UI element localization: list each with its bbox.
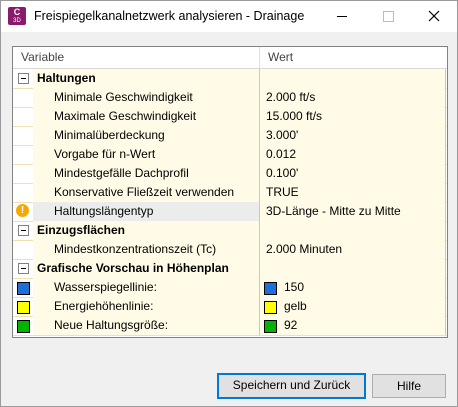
- property-value[interactable]: 3.000': [260, 126, 445, 145]
- app-icon-sub: 3D: [13, 18, 21, 24]
- row-divider: [13, 335, 447, 336]
- grid-divider: [445, 278, 446, 298]
- property-value[interactable]: 0.100': [260, 164, 445, 183]
- property-value[interactable]: TRUE: [260, 183, 445, 202]
- property-label: Vorgabe für n-Wert: [33, 145, 259, 164]
- grid-divider: [259, 145, 260, 165]
- property-label: Konservative Fließzeit verwenden: [33, 183, 259, 202]
- grid-divider: [445, 259, 446, 279]
- property-row-mindestgefaelle[interactable]: Mindestgefälle Dachprofil 0.100': [13, 164, 447, 184]
- property-value[interactable]: 15.000 ft/s: [260, 107, 445, 126]
- column-header-value[interactable]: Wert: [268, 47, 293, 68]
- category-label: Grafische Vorschau in Höhenplan: [33, 259, 259, 278]
- grid-divider: [259, 126, 260, 146]
- grid-header: Variable Wert: [13, 47, 447, 69]
- close-button[interactable]: [411, 1, 457, 32]
- grid-divider: [445, 202, 446, 222]
- category-haltungen[interactable]: Haltungen: [13, 69, 447, 89]
- grid-divider: [259, 202, 260, 222]
- grid-divider: [259, 69, 260, 89]
- property-label: Minimale Geschwindigkeit: [33, 88, 259, 107]
- grid-divider: [259, 297, 260, 317]
- color-swatch: [17, 282, 30, 295]
- property-row-konzentrationszeit[interactable]: Mindestkonzentrationszeit (Tc) 2.000 Min…: [13, 240, 447, 260]
- grid-divider: [259, 278, 260, 298]
- category-value-cell: [260, 221, 445, 240]
- color-swatch[interactable]: [264, 320, 277, 333]
- grid-divider: [259, 107, 260, 127]
- property-row-energiehoehenlinie[interactable]: Energiehöhenlinie: gelb: [13, 297, 447, 317]
- minimize-icon[interactable]: [319, 1, 365, 32]
- close-icon: [428, 10, 440, 22]
- grid-divider: [259, 221, 260, 241]
- grid-divider: [445, 164, 446, 184]
- category-grafische-vorschau[interactable]: Grafische Vorschau in Höhenplan: [13, 259, 447, 279]
- grid-divider: [445, 316, 446, 336]
- collapse-icon[interactable]: [18, 225, 29, 236]
- grid-divider: [445, 221, 446, 241]
- property-row-min-geschwindigkeit[interactable]: Minimale Geschwindigkeit 2.000 ft/s: [13, 88, 447, 108]
- grid-divider: [259, 259, 260, 279]
- grid-divider: [259, 240, 260, 260]
- civil3d-app-icon: C 3D: [8, 7, 26, 25]
- title-bar[interactable]: C 3D Freispiegelkanalnetzwerk analysiere…: [1, 1, 457, 32]
- property-label: Neue Haltungsgröße:: [33, 316, 259, 335]
- category-label: Einzugsflächen: [33, 221, 259, 240]
- property-row-haltungsgroesse[interactable]: Neue Haltungsgröße: 92: [13, 316, 447, 336]
- grid-divider: [259, 88, 260, 108]
- grid-divider: [259, 164, 260, 184]
- grid-divider: [445, 107, 446, 127]
- property-label: Haltungslängentyp: [33, 202, 259, 221]
- property-row-wasserspiegellinie[interactable]: Wasserspiegellinie: 150: [13, 278, 447, 298]
- property-value[interactable]: 0.012: [260, 145, 445, 164]
- help-button[interactable]: Hilfe: [372, 374, 446, 398]
- grid-divider: [445, 145, 446, 165]
- property-value[interactable]: 150: [260, 278, 445, 297]
- maximize-icon: [365, 1, 411, 32]
- grid-divider: [259, 183, 260, 203]
- grid-divider: [445, 240, 446, 260]
- property-value[interactable]: 2.000 ft/s: [260, 88, 445, 107]
- color-swatch[interactable]: [264, 301, 277, 314]
- property-value[interactable]: 2.000 Minuten: [260, 240, 445, 259]
- property-label: Mindestkonzentrationszeit (Tc): [33, 240, 259, 259]
- property-row-max-geschwindigkeit[interactable]: Maximale Geschwindigkeit 15.000 ft/s: [13, 107, 447, 127]
- grid-divider: [445, 297, 446, 317]
- grid-divider: [445, 88, 446, 108]
- color-swatch[interactable]: [264, 282, 277, 295]
- property-value[interactable]: 3D-Länge - Mitte zu Mitte: [260, 202, 445, 221]
- category-value-cell: [260, 69, 445, 88]
- category-label: Haltungen: [33, 69, 259, 88]
- property-row-haltungslaengentyp[interactable]: ! Haltungslängentyp 3D-Länge - Mitte zu …: [13, 202, 447, 222]
- property-label: Wasserspiegellinie:: [33, 278, 259, 297]
- property-label: Minimalüberdeckung: [33, 126, 259, 145]
- color-swatch: [17, 301, 30, 314]
- color-swatch: [17, 320, 30, 333]
- grid-divider: [445, 183, 446, 203]
- property-row-n-wert[interactable]: Vorgabe für n-Wert 0.012: [13, 145, 447, 165]
- collapse-icon[interactable]: [18, 73, 29, 84]
- property-label: Maximale Geschwindigkeit: [33, 107, 259, 126]
- column-separator[interactable]: [259, 47, 260, 68]
- warning-icon: !: [16, 204, 29, 217]
- property-value[interactable]: gelb: [260, 297, 445, 316]
- property-value[interactable]: 92: [260, 316, 445, 335]
- property-label: Energiehöhenlinie:: [33, 297, 259, 316]
- grid-divider: [259, 316, 260, 336]
- column-header-variable[interactable]: Variable: [21, 47, 64, 68]
- property-row-fliesszeit[interactable]: Konservative Fließzeit verwenden TRUE: [13, 183, 447, 203]
- category-einzugsflaechen[interactable]: Einzugsflächen: [13, 221, 447, 241]
- collapse-icon[interactable]: [18, 263, 29, 274]
- grid-divider: [445, 69, 446, 89]
- dialog-window: C 3D Freispiegelkanalnetzwerk analysiere…: [0, 0, 458, 407]
- property-label: Mindestgefälle Dachprofil: [33, 164, 259, 183]
- category-value-cell: [260, 259, 445, 278]
- save-and-return-button[interactable]: Speichern und Zurück: [217, 373, 366, 399]
- property-row-minimalueberdeckung[interactable]: Minimalüberdeckung 3.000': [13, 126, 447, 146]
- property-grid: Variable Wert Haltungen Minimale Geschwi…: [12, 46, 448, 338]
- window-title: Freispiegelkanalnetzwerk analysieren - D…: [34, 9, 305, 23]
- grid-divider: [445, 126, 446, 146]
